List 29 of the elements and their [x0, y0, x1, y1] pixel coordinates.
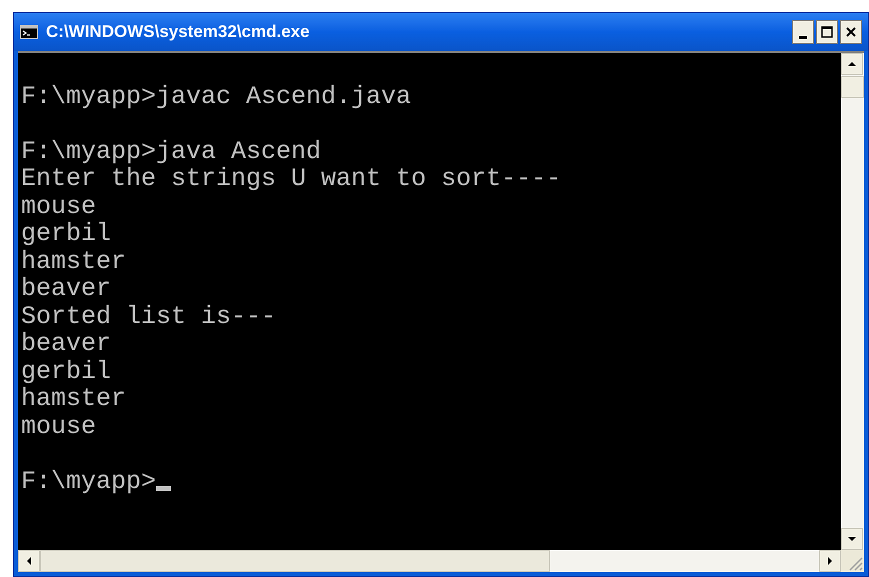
- console-prompt: F:\myapp>: [21, 468, 156, 495]
- minimize-icon: [799, 36, 807, 39]
- triangle-icon: [847, 59, 857, 69]
- triangle-icon: [847, 534, 857, 544]
- console-line: hamster: [21, 246, 126, 276]
- console-line: hamster: [21, 384, 126, 413]
- close-button[interactable]: [840, 20, 862, 44]
- console-line: Sorted list is---: [21, 302, 276, 330]
- console-line: mouse: [21, 192, 96, 220]
- minimize-button[interactable]: [792, 20, 814, 44]
- console-line: Enter the strings U want to sort----: [21, 164, 562, 193]
- text-cursor: [156, 486, 172, 491]
- scroll-left-button[interactable]: [18, 550, 40, 572]
- console-line: F:\myapp>javac Ascend.java: [21, 82, 412, 110]
- console-line: mouse: [21, 412, 96, 440]
- scroll-up-button[interactable]: [841, 53, 863, 75]
- console-line: F:\myapp>java Ascend: [21, 136, 322, 166]
- scroll-right-button[interactable]: [819, 550, 841, 572]
- maximize-button[interactable]: [816, 20, 838, 44]
- console-line: gerbil: [21, 219, 112, 248]
- close-icon: [846, 27, 856, 37]
- triangle-icon: [825, 556, 835, 566]
- maximize-icon: [821, 26, 833, 38]
- console-icon: [20, 25, 38, 39]
- scroll-down-button[interactable]: [841, 528, 863, 550]
- console-line: beaver: [21, 329, 112, 358]
- window-title: C:\WINDOWS\system32\cmd.exe: [46, 21, 311, 44]
- console-line: gerbil: [21, 356, 112, 386]
- console-line: beaver: [21, 274, 112, 303]
